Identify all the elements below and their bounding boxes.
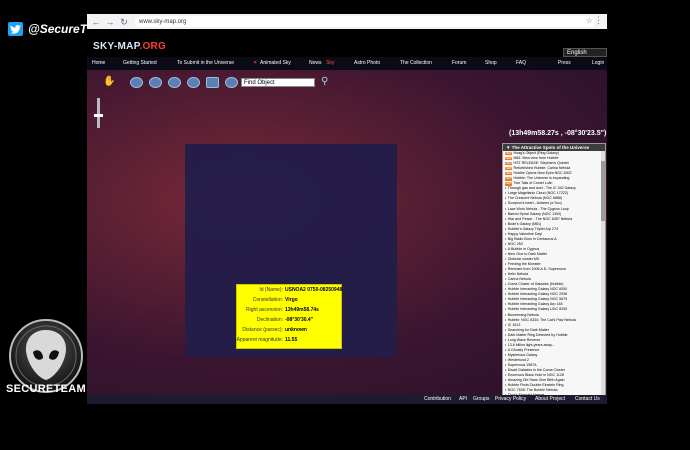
nav-getting-started[interactable]: Getting Started	[123, 60, 157, 66]
twitter-icon	[8, 22, 23, 36]
zoom-handle[interactable]	[94, 114, 103, 117]
popup-row-ra: Right ascension: 13h49m58.74s	[237, 306, 341, 314]
panel-title: ▼ The Attractive Spots of the Universe	[503, 144, 605, 151]
nav-astro-photo[interactable]: Astro Photo	[354, 60, 380, 66]
nav-login[interactable]: Login	[592, 60, 604, 66]
footer-link-contact[interactable]: Contact Us	[575, 396, 600, 402]
address-bar[interactable]: www.sky-map.org	[135, 16, 595, 27]
nav-news[interactable]: News	[309, 60, 322, 66]
search-icon[interactable]: ⚲	[321, 76, 328, 87]
popup-value: unknown	[285, 327, 307, 333]
new-badge: NEW	[505, 156, 512, 161]
nav-home[interactable]: Home	[92, 60, 105, 66]
popup-label: Declination:	[256, 317, 283, 323]
url-text: www.sky-map.org	[139, 18, 187, 25]
popup-row-constellation: Constellation: Virgo	[237, 296, 341, 304]
new-badge: NEW	[505, 166, 512, 171]
popup-label: Right ascension:	[246, 307, 283, 313]
browser-toolbar: ← → ↻ www.sky-map.org ☆ ⋮	[87, 14, 607, 29]
coordinates-readout: (13h49m58.27s , -08°30'23.5")	[509, 130, 607, 137]
footer-link-contribution[interactable]: Contribution	[424, 396, 451, 402]
find-object-input[interactable]: Find Object	[241, 78, 315, 87]
site-logo[interactable]: SKY-MAP.ORG	[93, 41, 166, 52]
popup-value: Virgo	[285, 297, 298, 303]
nav-animated-sky[interactable]: Animated Sky	[260, 60, 291, 66]
zoom-slider[interactable]	[97, 98, 100, 128]
nav-collection[interactable]: The Collection	[400, 60, 432, 66]
popup-value: 11.55	[285, 337, 298, 343]
popup-row-dec: Declination: -08°30'30.4"	[237, 316, 341, 324]
site-footer: Contribution API Groups Privacy Policy A…	[87, 395, 607, 404]
new-badge: NEW	[505, 171, 512, 176]
reload-icon[interactable]: ↻	[119, 17, 129, 27]
nav-forum[interactable]: Forum	[452, 60, 466, 66]
sky-map-canvas[interactable]: ✋ Find Object ⚲ (13h49m58.27s , -08°30'2…	[87, 70, 607, 395]
site-logo-suffix: .ORG	[139, 41, 167, 52]
browser-menu-icon[interactable]: ⋮	[594, 15, 603, 26]
main-nav: Home Getting Started To Submit in the Un…	[87, 57, 607, 70]
site-header: SKY-MAP.ORG English	[87, 29, 607, 57]
nav-shop[interactable]: Shop	[485, 60, 497, 66]
site-logo-main: SKY-MAP	[93, 41, 140, 52]
language-select[interactable]: English	[563, 48, 607, 57]
camera-tool-icon[interactable]	[206, 77, 219, 88]
constellation-tool-icon[interactable]	[130, 77, 143, 88]
boundaries-tool-icon[interactable]	[168, 77, 181, 88]
footer-link-groups[interactable]: Groups	[473, 396, 489, 402]
back-icon[interactable]: ←	[91, 17, 101, 27]
popup-label: Apparent magnitude:	[236, 337, 283, 343]
scroll-thumb[interactable]	[601, 161, 605, 221]
panel-title-text: The Attractive Spots of the Universe	[511, 145, 590, 150]
hand-tool-icon[interactable]: ✋	[103, 77, 116, 87]
nav-press[interactable]: Press	[558, 60, 571, 66]
footer-link-about[interactable]: About Project	[535, 396, 565, 402]
forward-icon[interactable]: →	[105, 17, 115, 27]
nav-submit[interactable]: To Submit in the Universe	[177, 60, 234, 66]
object-info-popup: Id (Name): USNOA2 0750-08250948 Constella…	[236, 284, 342, 349]
popup-value: 13h49m58.74s	[285, 307, 319, 313]
popup-label: Distance (parsec):	[242, 327, 283, 333]
logo-text: SECURETEAM	[5, 383, 86, 395]
footer-link-privacy[interactable]: Privacy Policy	[495, 396, 526, 402]
popup-row-id: Id (Name): USNOA2 0750-08250948	[237, 286, 343, 294]
footer-link-api[interactable]: API	[459, 396, 467, 402]
nav-faq[interactable]: FAQ	[516, 60, 526, 66]
attractive-spots-panel: ▼ The Attractive Spots of the Universe N…	[502, 143, 606, 395]
popup-value: -08°30'30.4"	[285, 317, 314, 323]
spots-list: NEW Hoag's Object (Ring Galaxy) NEW M81: Ne…	[503, 151, 605, 395]
popup-row-distance: Distance (parsec): unknown	[237, 326, 341, 334]
popup-label: Id (Name):	[259, 287, 283, 293]
animated-sky-icon: ✶	[253, 60, 258, 66]
settings-tool-icon[interactable]	[225, 77, 238, 88]
names-tool-icon[interactable]	[187, 77, 200, 88]
nav-sky[interactable]: Sky	[326, 60, 334, 66]
new-badge: NEW	[505, 177, 512, 181]
new-badge: NEW	[505, 161, 512, 166]
panel-scrollbar[interactable]	[601, 151, 605, 395]
browser-window: ← → ↻ www.sky-map.org ☆ ⋮ SKY-MAP.ORG En…	[87, 14, 607, 404]
popup-row-magnitude: Apparent magnitude: 11.55	[237, 336, 341, 344]
popup-label: Constellation:	[252, 297, 283, 303]
popup-value: USNOA2 0750-08250948	[285, 287, 343, 293]
grid-tool-icon[interactable]	[149, 77, 162, 88]
new-badge: NEW	[505, 151, 512, 156]
new-badge: NEW	[505, 182, 512, 186]
bookmark-star-icon[interactable]: ☆	[586, 16, 593, 25]
